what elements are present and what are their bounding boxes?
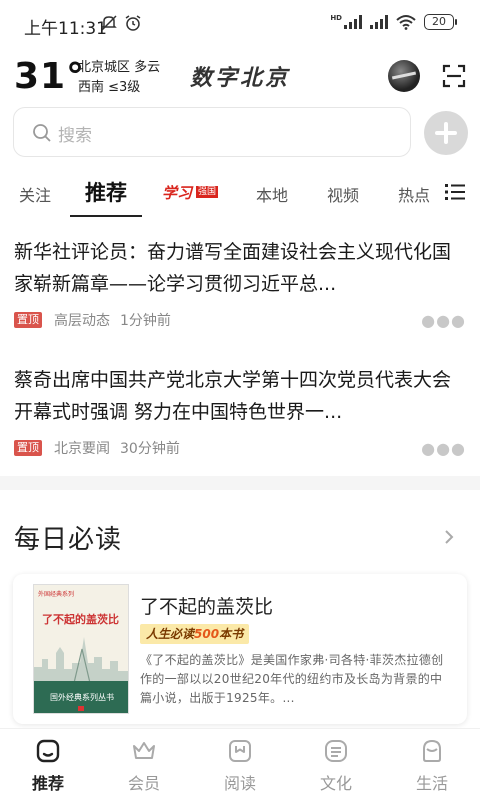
nav-label: 会员 — [127, 774, 160, 793]
tab-xuexi-qiangguo[interactable]: 学习 — [162, 182, 192, 203]
section-title[interactable]: 每日必读 — [14, 519, 122, 556]
book-tag: 人生必读500本书 — [140, 624, 250, 644]
news-item[interactable]: 蔡奇出席中国共产党北京大学第十四次党员代表大会开幕式时强调 努力在中国特色世界一… — [14, 364, 466, 458]
news-time: 30分钟前 — [120, 441, 180, 457]
news-meta: 置顶 高层动态 1分钟前 ●●● — [14, 310, 466, 330]
crown-icon — [133, 742, 155, 759]
pinned-badge: 置顶 — [14, 440, 42, 456]
nav-item-member[interactable]: 会员 — [114, 737, 174, 794]
section-divider — [0, 476, 480, 490]
news-title[interactable]: 新华社评论员：奋力谱写全面建设社会主义现代化国家崭新篇章——论学习贯彻习近平总.… — [14, 236, 466, 300]
home-icon — [36, 739, 60, 763]
nav-label: 阅读 — [223, 774, 256, 793]
weather-info[interactable]: 北京城区 多云 西南 ≤3级 — [78, 58, 160, 98]
active-tab-indicator — [70, 215, 142, 217]
nav-label: 文化 — [319, 774, 352, 793]
hd-label: HD — [330, 14, 342, 22]
nav-label: 推荐 — [31, 774, 64, 793]
book-cover-series-top: 外国经典系列 — [38, 591, 75, 598]
alarm-icon — [125, 15, 141, 31]
channel-tabs: 关注 推荐 学习 强国 本地 视频 热点 — [0, 170, 480, 218]
weather-wind: 西南 ≤3级 — [78, 80, 141, 95]
menu-icon[interactable] — [445, 183, 465, 201]
nav-item-recommend[interactable]: 推荐 — [18, 737, 78, 794]
book-cover-series: 国外经典系列丛书 — [50, 693, 114, 702]
publisher-mark — [78, 706, 84, 711]
xuexi-qiangguo-logo: 强国 — [196, 186, 219, 198]
wifi-icon — [396, 15, 416, 30]
book-title[interactable]: 了不起的盖茨比 — [140, 592, 273, 619]
avatar[interactable] — [388, 60, 420, 92]
tab-follow[interactable]: 关注 — [19, 182, 51, 206]
city-skyline-illustration — [34, 637, 128, 683]
battery-level: 20 — [432, 15, 446, 28]
news-source: 高层动态 — [54, 313, 110, 329]
more-options-icon[interactable]: ●●● — [421, 311, 466, 330]
signal-icon-2 — [370, 15, 388, 29]
news-item[interactable]: 新华社评论员：奋力谱写全面建设社会主义现代化国家崭新篇章——论学习贯彻习近平总.… — [14, 236, 466, 330]
status-time: 上午11:31 — [24, 19, 107, 39]
book-cover[interactable]: 外国经典系列 了不起的盖茨比 国外经典系列丛书 — [33, 584, 129, 714]
search-icon — [33, 124, 51, 142]
tag-highlight: 500 — [194, 627, 220, 641]
nav-item-read[interactable]: 阅读 — [210, 737, 270, 794]
nav-item-culture[interactable]: 文化 — [306, 737, 366, 794]
app-screen: 上午11:31 HD 20 31° 北京城区 多云 西南 ≤3级 数字北京 搜索… — [0, 0, 480, 800]
status-bar: 上午11:31 HD 20 — [0, 0, 480, 48]
book-description: 《了不起的盖茨比》是美国作家弗·司各特·菲茨杰拉德创作的一部以以20世纪20年代… — [140, 653, 444, 705]
culture-icon — [325, 740, 347, 762]
scan-icon[interactable] — [442, 64, 466, 88]
nav-label: 生活 — [415, 774, 448, 793]
chevron-right-icon[interactable] — [442, 528, 456, 546]
battery-icon: 20 — [424, 14, 457, 30]
search-bar[interactable]: 搜索 — [13, 107, 411, 157]
tab-hot[interactable]: 热点 — [398, 182, 430, 206]
life-icon — [423, 739, 441, 762]
weather-location: 北京城区 多云 — [78, 60, 161, 75]
add-button[interactable] — [424, 111, 468, 155]
tab-local[interactable]: 本地 — [256, 182, 288, 206]
bottom-nav: 推荐 会员 阅读 文化 生活 — [0, 728, 480, 800]
temperature[interactable]: 31° — [14, 56, 85, 97]
search-input[interactable]: 搜索 — [58, 121, 92, 146]
news-time: 1分钟前 — [120, 313, 171, 329]
mute-vibrate-icon — [101, 15, 117, 31]
news-source: 北京要闻 — [54, 441, 110, 457]
book-cover-title: 了不起的盖茨比 — [42, 613, 119, 626]
pinned-badge: 置顶 — [14, 312, 42, 328]
book-icon — [229, 740, 251, 762]
app-title: 数字北京 — [189, 65, 290, 91]
tag-prefix: 人生必读 — [146, 627, 195, 641]
nav-item-life[interactable]: 生活 — [402, 737, 462, 794]
tab-recommend[interactable]: 推荐 — [85, 177, 127, 207]
news-meta: 置顶 北京要闻 30分钟前 ●●● — [14, 438, 466, 458]
news-title[interactable]: 蔡奇出席中国共产党北京大学第十四次党员代表大会开幕式时强调 努力在中国特色世界一… — [14, 364, 466, 428]
signal-icon — [344, 15, 362, 29]
book-card[interactable]: 外国经典系列 了不起的盖茨比 国外经典系列丛书 了不起的盖茨比 人生必读500本… — [13, 574, 467, 724]
tag-suffix: 本书 — [219, 627, 244, 641]
tab-video[interactable]: 视频 — [327, 182, 359, 206]
more-options-icon[interactable]: ●●● — [421, 439, 466, 458]
